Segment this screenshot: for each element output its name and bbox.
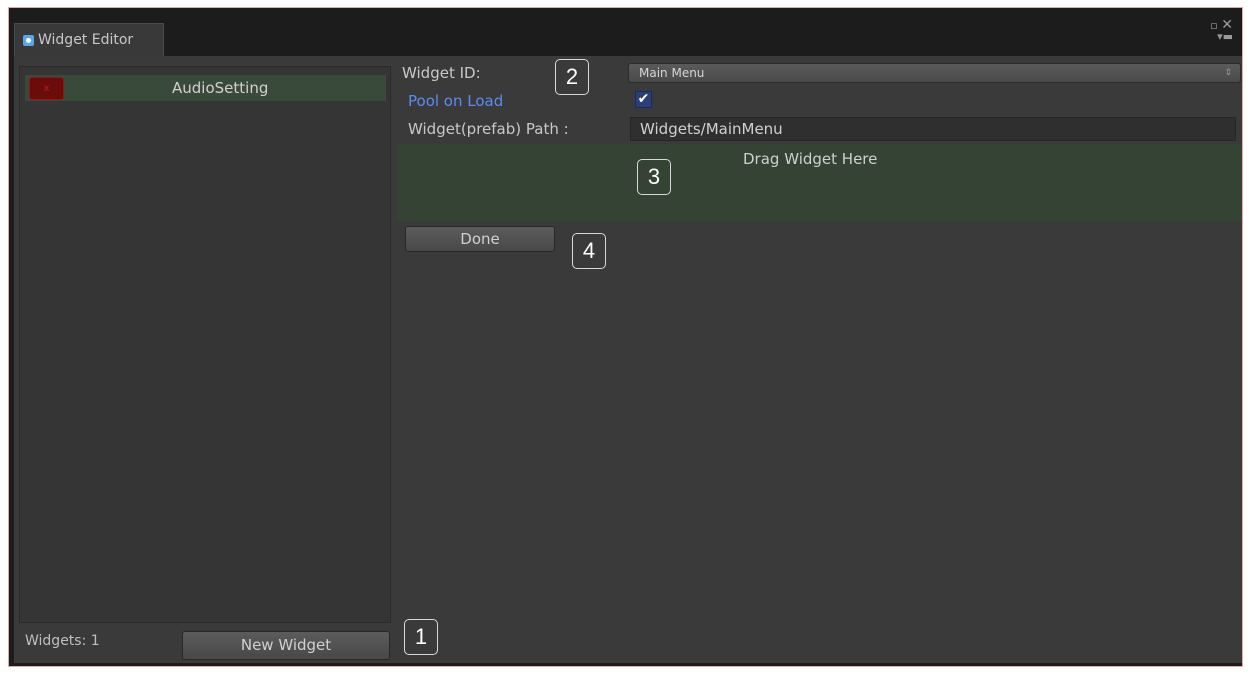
widget-list-panel[interactable] [19,66,391,623]
callout-badge: 2 [555,59,589,95]
tab-widget-editor[interactable]: Widget Editor [14,23,164,56]
drop-zone-label: Drag Widget Here [743,150,878,168]
menu-icon[interactable]: ▾▬ [1210,31,1233,42]
callout-badge: 4 [572,233,606,269]
new-widget-button[interactable]: New Widget [182,631,390,660]
window-controls: ▫ ✕ ▾▬ [1210,18,1233,42]
tab-title: Widget Editor [38,32,134,48]
pool-on-load-label[interactable]: Pool on Load [408,92,503,110]
widget-count: Widgets: 1 [25,633,100,649]
dropdown-arrow-icon: ⇕ [1224,68,1232,78]
callout-badge: 1 [404,619,438,655]
pool-on-load-checkbox[interactable]: ✔ [635,91,652,108]
callout-badge: 3 [637,159,671,195]
gear-icon [23,34,34,46]
widget-id-dropdown[interactable]: Main Menu ⇕ [628,63,1241,83]
widget-id-label: Widget ID: [402,64,481,82]
delete-widget-button[interactable]: x [29,77,64,100]
widget-path-field[interactable]: Widgets/MainMenu [630,117,1236,141]
title-bar [9,8,1242,56]
widget-id-value: Main Menu [639,66,705,80]
widget-path-label: Widget(prefab) Path : [408,120,569,138]
list-item-label[interactable]: AudioSetting [172,79,268,97]
done-button[interactable]: Done [405,226,555,252]
